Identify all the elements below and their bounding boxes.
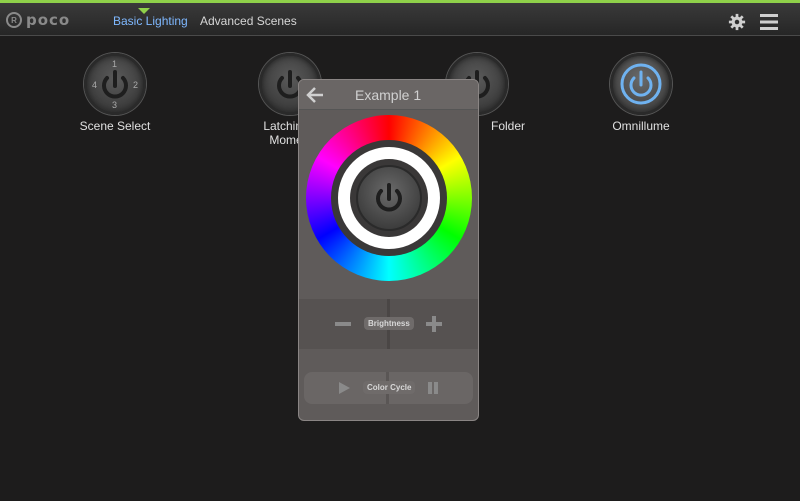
pause-icon <box>428 382 438 394</box>
power-icon <box>376 183 402 212</box>
plus-icon <box>426 316 442 332</box>
color-cycle-label: Color Cycle <box>363 381 416 394</box>
gear-icon[interactable] <box>727 13 747 31</box>
popup-title: Example 1 <box>355 87 422 103</box>
logo-text: poco <box>26 11 71 29</box>
minus-icon <box>335 322 351 326</box>
color-control-popup: Example 1 Brightness Color Cycle <box>298 79 479 421</box>
color-cycle-play-button[interactable] <box>332 378 356 398</box>
tab-basic-lighting[interactable]: Basic Lighting <box>113 14 188 28</box>
tile-label: Omnillume <box>612 119 670 133</box>
scene-digit-4: 4 <box>92 80 98 90</box>
back-arrow-icon[interactable] <box>305 86 325 104</box>
brightness-label: Brightness <box>364 317 414 330</box>
brightness-increase-button[interactable] <box>420 312 448 336</box>
color-wheel[interactable] <box>306 115 472 281</box>
popup-header: Example 1 <box>299 80 478 110</box>
brightness-decrease-button[interactable] <box>329 312 357 336</box>
poco-logo: R poco <box>6 9 70 31</box>
color-cycle-pause-button[interactable] <box>421 378 445 398</box>
scene-digit-3: 3 <box>112 100 118 110</box>
scene-digit-1: 1 <box>112 59 118 69</box>
tab-advanced-scenes[interactable]: Advanced Scenes <box>200 14 297 28</box>
tile-scene-select[interactable]: 1 2 3 4 Scene Select <box>55 53 175 133</box>
scene-digit-2: 2 <box>133 80 139 90</box>
tile-omnillume[interactable]: Omnillume <box>581 53 701 133</box>
color-cycle-panel: Color Cycle <box>304 372 473 404</box>
omnillume-button[interactable] <box>610 53 672 115</box>
scene-select-button[interactable]: 1 2 3 4 <box>84 53 146 115</box>
brightness-panel: Brightness <box>299 299 478 349</box>
menu-icon[interactable] <box>759 13 779 31</box>
play-icon <box>339 382 350 394</box>
logo-mark-icon: R <box>6 12 22 28</box>
power-icon <box>620 63 662 105</box>
power-button[interactable] <box>356 165 422 231</box>
tile-label: Scene Select <box>79 119 151 133</box>
top-bar: R poco Basic Lighting Advanced Scenes <box>0 0 800 36</box>
